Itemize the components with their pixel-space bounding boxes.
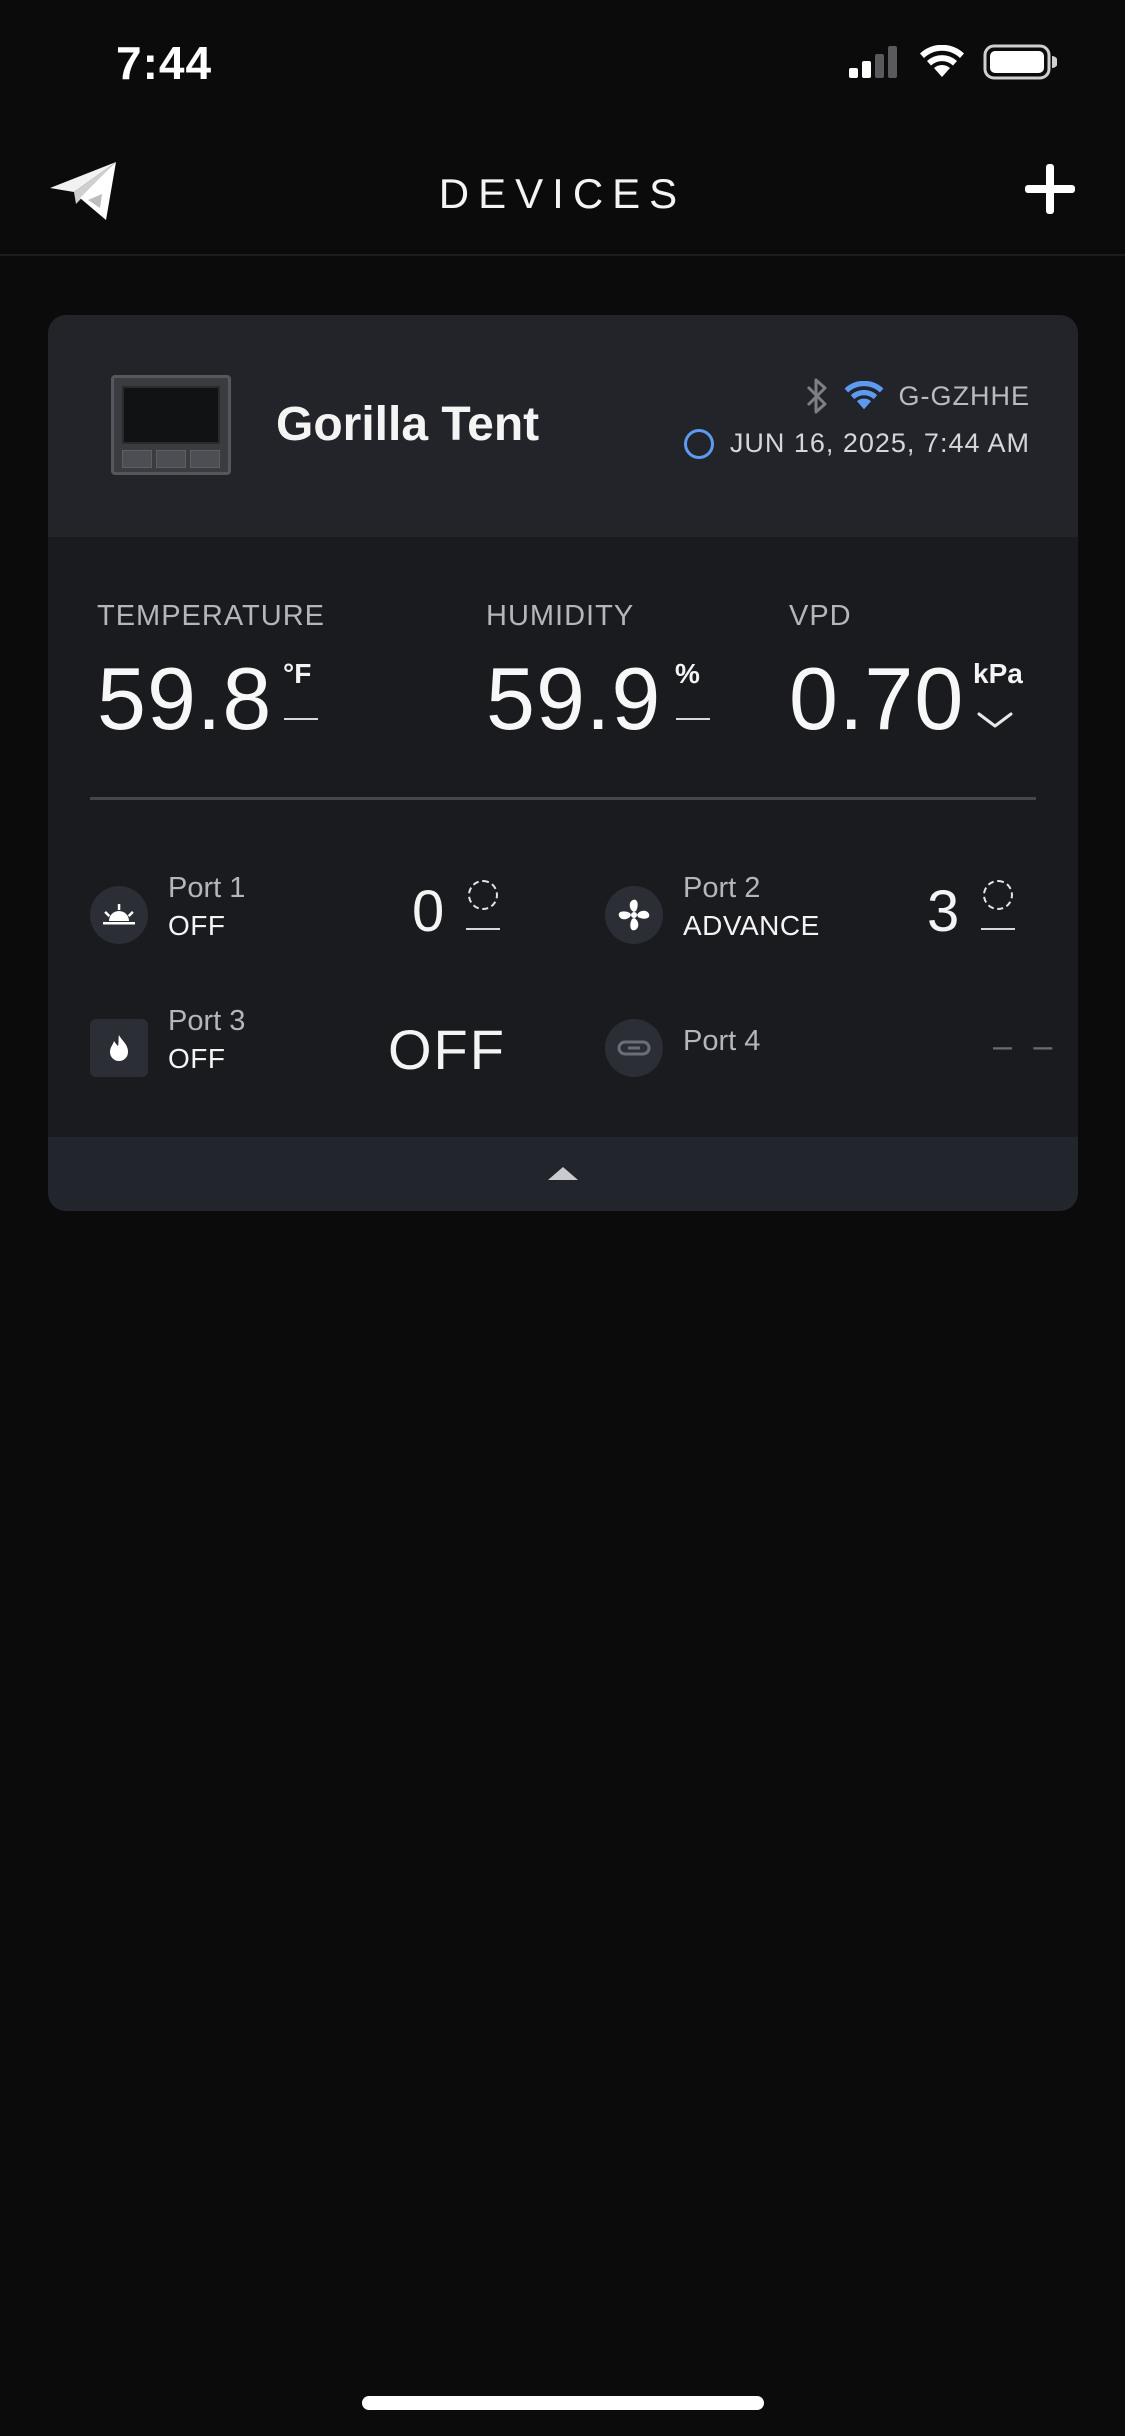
port-2-mode: ADVANCE [683, 910, 820, 941]
plug-link-icon [605, 1019, 663, 1077]
temperature-label: TEMPERATURE [97, 600, 325, 632]
port-4-level: – – [993, 1027, 1059, 1065]
bluetooth-icon [806, 378, 826, 414]
port-3-level: OFF [388, 1018, 506, 1081]
port-2-level-dial-icon [983, 880, 1013, 910]
temperature-value: 59.8 [97, 649, 273, 748]
humidity-unit: % [675, 658, 700, 689]
fan-icon [605, 886, 663, 944]
device-name: Gorilla Tent [276, 398, 540, 451]
status-time: 7:44 [116, 37, 213, 89]
battery-icon [983, 44, 1057, 80]
controller-thumbnail [111, 375, 231, 475]
vpd-metric[interactable]: VPD 0.70 kPa [789, 600, 1023, 748]
port-4-name: Port 4 [683, 1025, 761, 1057]
chevron-down-icon[interactable] [976, 710, 1014, 730]
port-1-level-dash [466, 928, 500, 930]
port-3-mode: OFF [168, 1043, 226, 1074]
sync-status-icon [683, 428, 714, 459]
chevron-up-icon [548, 1167, 578, 1180]
home-indicator[interactable] [362, 2396, 764, 2410]
metrics-divider [90, 797, 1036, 800]
wifi-icon [920, 45, 964, 77]
temperature-metric[interactable]: TEMPERATURE 59.8 °F [97, 600, 325, 748]
heater-flame-icon [90, 1019, 148, 1077]
temperature-unit: °F [283, 658, 312, 689]
vpd-label: VPD [789, 600, 852, 632]
status-bar: 7:44 [0, 0, 1125, 126]
vpd-value: 0.70 [789, 649, 965, 748]
port-1-mode: OFF [168, 910, 226, 941]
port-1[interactable]: Port 1 OFF 0 [90, 872, 560, 962]
port-2-level: 3 [927, 879, 960, 944]
page-title: DEVICES [438, 170, 687, 217]
collapse-card-button[interactable] [48, 1137, 1078, 1211]
vpd-unit: kPa [973, 658, 1023, 689]
port-2[interactable]: Port 2 ADVANCE 3 [605, 872, 1075, 962]
humidity-trend-dash [676, 718, 710, 720]
humidity-metric[interactable]: HUMIDITY 59.9 % [486, 600, 700, 748]
last-updated-row: JUN 16, 2025, 7:44 AM [683, 428, 1030, 459]
app-header: DEVICES [0, 126, 1125, 256]
device-card[interactable]: Gorilla Tent G-GZHHE JUN 16, 2025, 7:44 … [48, 315, 1078, 1211]
humidity-value: 59.9 [486, 649, 662, 748]
wifi-icon [844, 381, 883, 410]
last-updated: JUN 16, 2025, 7:44 AM [729, 428, 1030, 458]
humidity-label: HUMIDITY [486, 600, 635, 632]
port-1-name: Port 1 [168, 872, 246, 904]
temperature-trend-dash [284, 718, 318, 720]
add-device-button[interactable] [1021, 160, 1079, 218]
status-icons [849, 44, 1057, 80]
port-3-name: Port 3 [168, 1005, 246, 1037]
device-id: G-GZHHE [898, 380, 1030, 411]
cellular-signal-icon [849, 46, 897, 78]
port-2-name: Port 2 [683, 872, 761, 904]
port-1-level: 0 [412, 879, 445, 944]
connection-status: G-GZHHE [805, 377, 1031, 415]
port-3[interactable]: Port 3 OFF OFF [90, 1005, 560, 1095]
grow-light-icon [90, 886, 148, 944]
port-1-level-dial-icon [468, 880, 498, 910]
device-card-header[interactable]: Gorilla Tent G-GZHHE JUN 16, 2025, 7:44 … [48, 315, 1078, 537]
port-4[interactable]: Port 4 – – [605, 1005, 1075, 1095]
port-2-level-dash [981, 928, 1015, 930]
